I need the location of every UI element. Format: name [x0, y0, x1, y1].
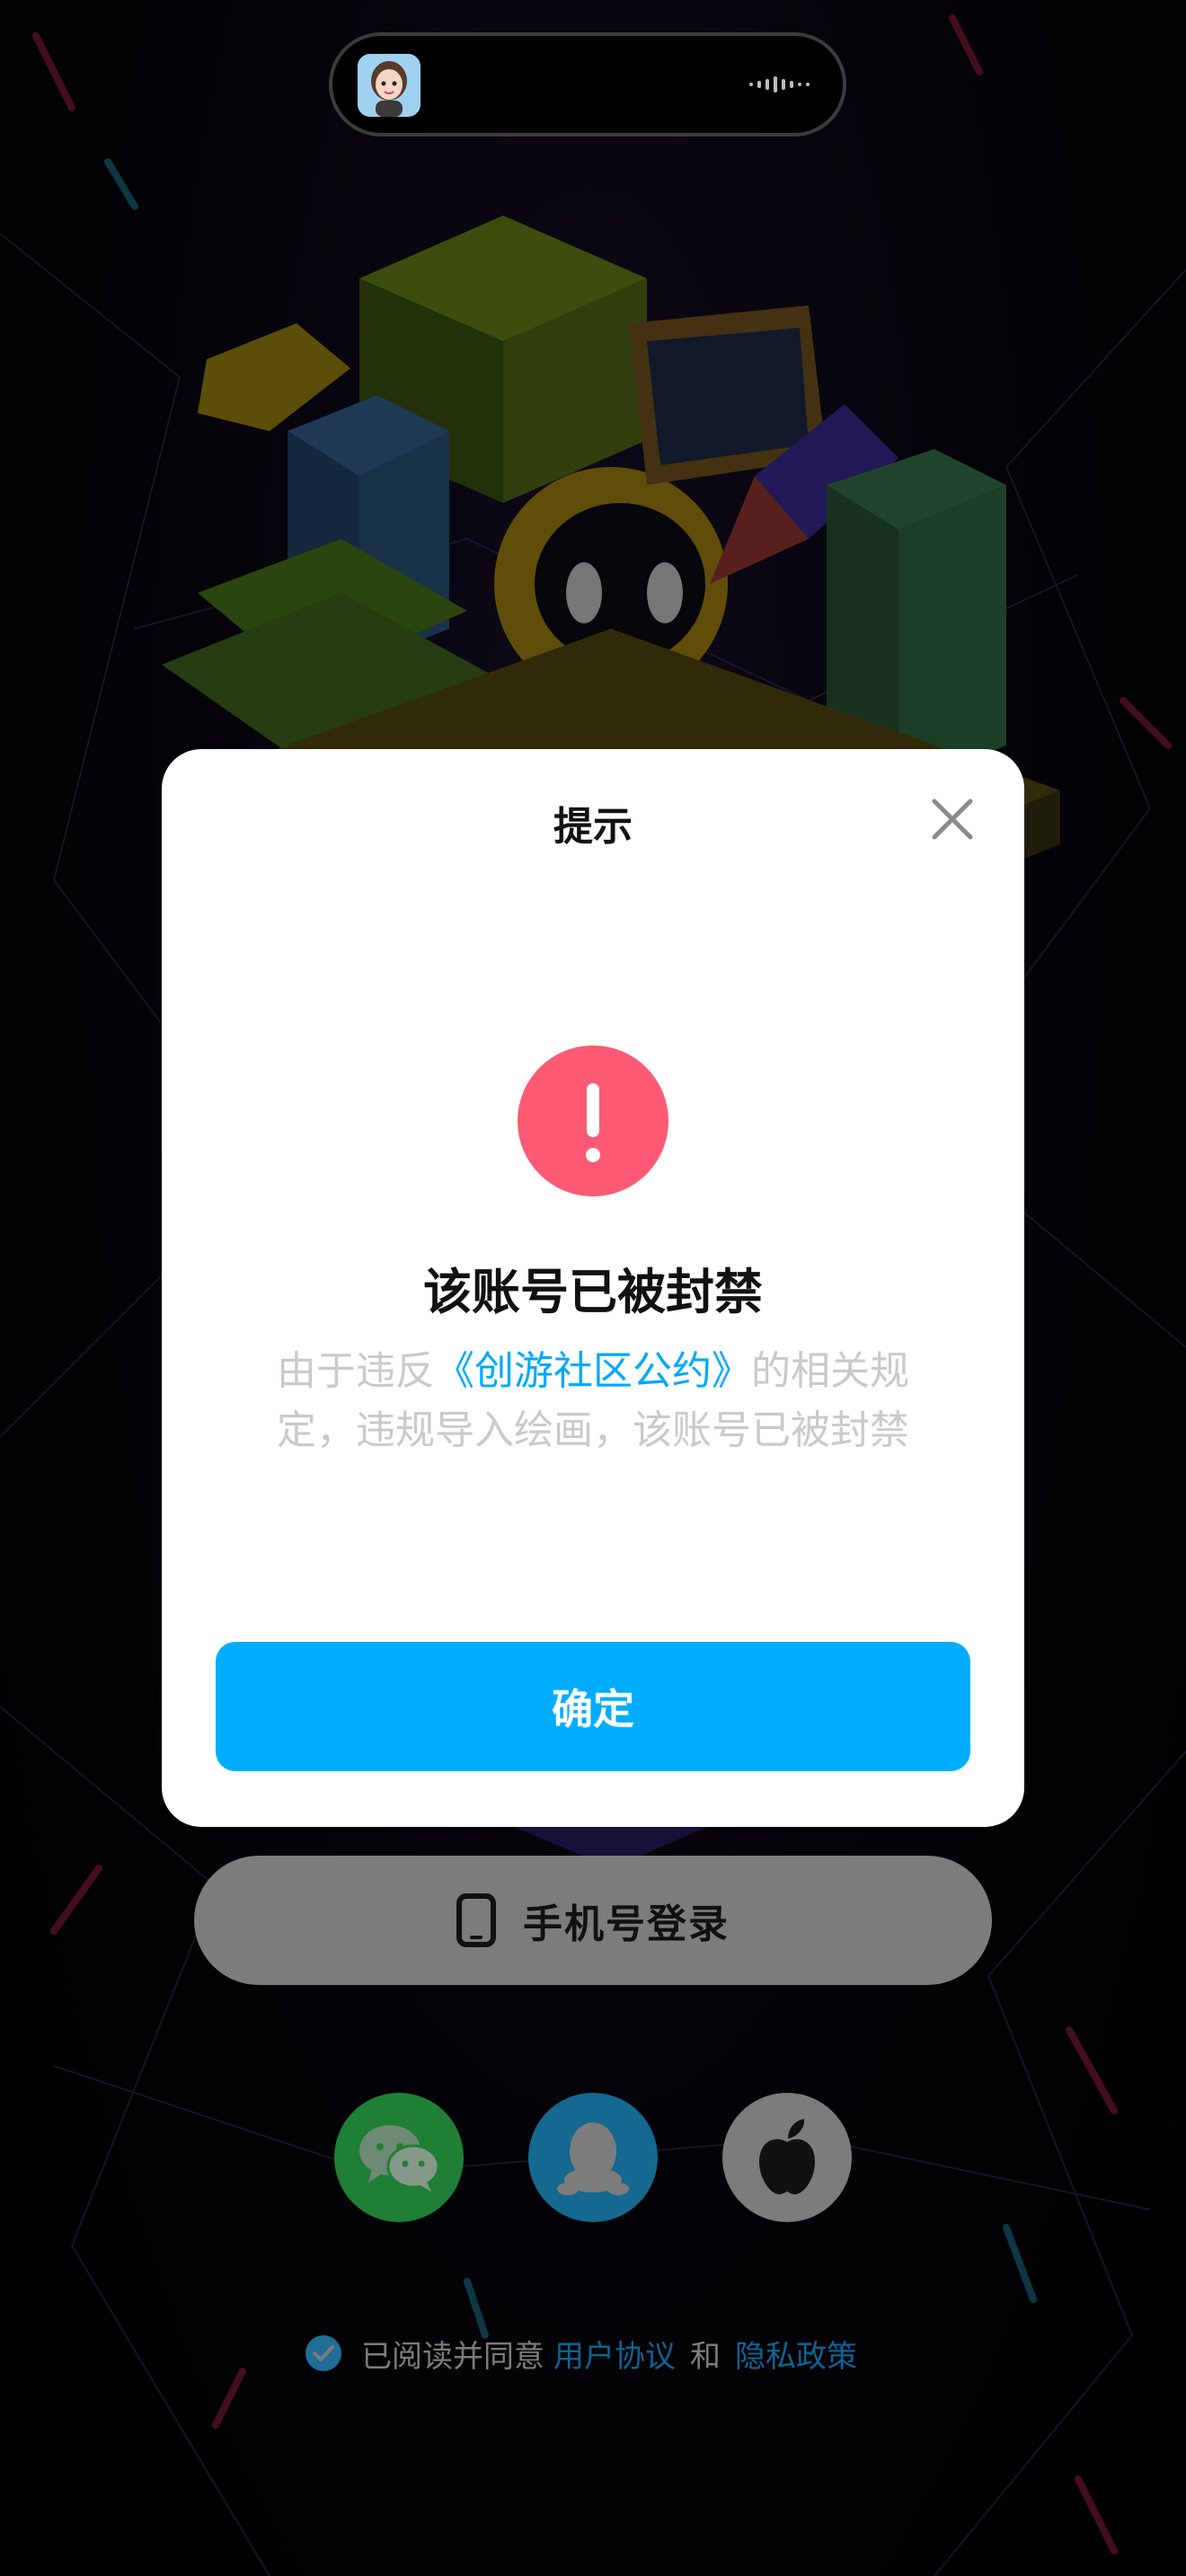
agreement-checkbox[interactable] [305, 2335, 341, 2371]
agreement-row: 已阅读并同意 用户协议 和 隐私政策 [305, 2326, 857, 2380]
audio-wave-icon [749, 76, 810, 93]
checkmark-icon [313, 2345, 334, 2361]
dialog-heading: 该账号已被封禁 [423, 1264, 763, 1320]
dialog-title: 提示 [553, 804, 633, 850]
confirm-button[interactable]: 确定 [216, 1642, 970, 1771]
agreement-prefix: 已阅读并同意 [361, 2338, 544, 2375]
dialog-message: 由于违反《创游社区公约》的相关规定，违规导入绘画，该账号已被封禁 [248, 1342, 938, 1460]
message-prefix: 由于违反 [277, 1348, 435, 1394]
apple-login-button[interactable] [722, 2093, 852, 2222]
qq-icon [557, 2122, 629, 2195]
phone-icon [456, 1893, 496, 1947]
phone-login-button[interactable]: 手机号登录 [194, 1856, 992, 1985]
agreement-and: 和 [690, 2338, 721, 2375]
dynamic-island [329, 32, 846, 137]
app-screen: 手机号登录 已阅读并同意 用户协议 和 隐私政策 提示 该账号已被封禁 由于违反… [0, 0, 1186, 2576]
privacy-policy-link[interactable]: 隐私政策 [735, 2332, 857, 2376]
qq-login-button[interactable] [528, 2093, 658, 2222]
community-rules-link[interactable]: 《创游社区公约》 [435, 1348, 751, 1394]
exclamation-icon [518, 1045, 668, 1196]
ban-notice-dialog: 提示 该账号已被封禁 由于违反《创游社区公约》的相关规定，违规导入绘画，该账号已… [162, 749, 1024, 1827]
wechat-icon [359, 2125, 440, 2192]
avatar-icon [358, 54, 420, 117]
avatar [358, 54, 420, 117]
wechat-login-button[interactable] [334, 2093, 464, 2222]
apple-icon [759, 2119, 815, 2195]
close-icon[interactable] [925, 792, 979, 846]
phone-login-label: 手机号登录 [523, 1901, 730, 1947]
user-agreement-link[interactable]: 用户协议 [553, 2332, 676, 2376]
